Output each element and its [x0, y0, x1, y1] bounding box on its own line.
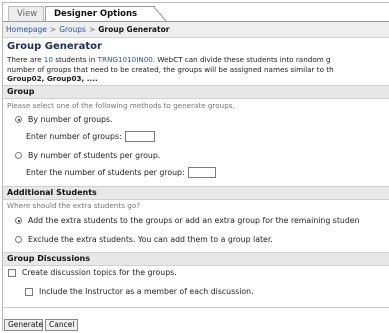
generate-button[interactable]: Generate: [4, 319, 43, 331]
exclude-extra-students-radio[interactable]: [15, 236, 22, 243]
intro-line-2: number of groups that need to be created…: [7, 64, 334, 74]
breadcrumb-current: Group Generator: [98, 25, 170, 34]
group-name-examples: Group02, Group03, ....: [7, 74, 98, 83]
intro-line-1: There are 10 students in TRNG1010IN00. W…: [7, 55, 334, 65]
create-discussion-topics-label: Create discussion topics for the groups.: [22, 268, 177, 277]
students-per-group-row: Enter the number of students per group:: [26, 167, 216, 178]
group-generator-window: View Designer Options Homepage > Groups > Gr…: [2, 2, 389, 331]
page-title: Group Generator: [7, 41, 102, 52]
by-number-of-groups-option[interactable]: By number of groups.: [15, 115, 113, 124]
tab-bar: View Designer Options: [3, 3, 389, 23]
breadcrumb-groups[interactable]: Groups: [59, 25, 86, 34]
number-of-groups-label: Enter number of groups:: [26, 132, 122, 141]
include-instructor-label: Include the Instructor as a member of ea…: [39, 287, 254, 296]
intro-text: There are 10 students in TRNG1010IN00. W…: [7, 55, 334, 84]
number-of-groups-input[interactable]: [124, 131, 155, 142]
include-instructor-checkbox[interactable]: [25, 287, 33, 296]
include-instructor-option[interactable]: Include the Instructor as a member of ea…: [25, 287, 254, 296]
number-of-groups-row: Enter number of groups:: [26, 131, 155, 142]
divider: [3, 307, 389, 308]
add-extra-students-option[interactable]: Add the extra students to the groups or …: [15, 216, 360, 225]
by-number-of-groups-label: By number of groups.: [28, 115, 113, 124]
add-extra-students-label: Add the extra students to the groups or …: [28, 216, 360, 225]
intro-line-3: Group02, Group03, ....: [7, 74, 334, 84]
breadcrumb-separator: >: [49, 25, 57, 34]
exclude-extra-students-option[interactable]: Exclude the extra students. You can add …: [15, 235, 273, 244]
students-per-group-input[interactable]: [187, 167, 216, 178]
intro-text-part: There are: [7, 55, 44, 64]
create-discussion-topics-checkbox[interactable]: [8, 268, 16, 277]
student-count-link[interactable]: 10: [44, 55, 53, 64]
by-students-per-group-option[interactable]: By number of students per group.: [15, 151, 160, 160]
by-students-per-group-radio[interactable]: [15, 152, 22, 159]
tab-view[interactable]: View: [8, 6, 44, 21]
additional-students-hint: Where should the extra students go?: [7, 201, 141, 210]
breadcrumb: Homepage > Groups > Group Generator: [3, 22, 389, 38]
breadcrumb-separator: >: [88, 25, 96, 34]
intro-text-part: . WebCT can divide these students into r…: [152, 55, 331, 64]
by-students-per-group-label: By number of students per group.: [28, 151, 161, 160]
additional-students-section-header: Additional Students: [3, 186, 389, 200]
exclude-extra-students-label: Exclude the extra students. You can add …: [28, 235, 273, 244]
course-link[interactable]: TRNG1010IN00: [98, 55, 153, 64]
by-number-of-groups-radio[interactable]: [15, 116, 22, 123]
add-extra-students-radio[interactable]: [15, 217, 22, 224]
tab-designer-options[interactable]: Designer Options: [45, 6, 155, 21]
breadcrumb-homepage[interactable]: Homepage: [6, 25, 47, 34]
create-discussion-topics-option[interactable]: Create discussion topics for the groups.: [8, 268, 177, 277]
students-per-group-label: Enter the number of students per group:: [26, 168, 185, 177]
cancel-button[interactable]: Cancel: [45, 319, 78, 331]
group-discussions-section-header: Group Discussions: [3, 252, 389, 266]
group-hint: Please select one of the following metho…: [7, 101, 235, 110]
group-section-header: Group: [3, 85, 389, 99]
intro-text-part: students in: [52, 55, 98, 64]
